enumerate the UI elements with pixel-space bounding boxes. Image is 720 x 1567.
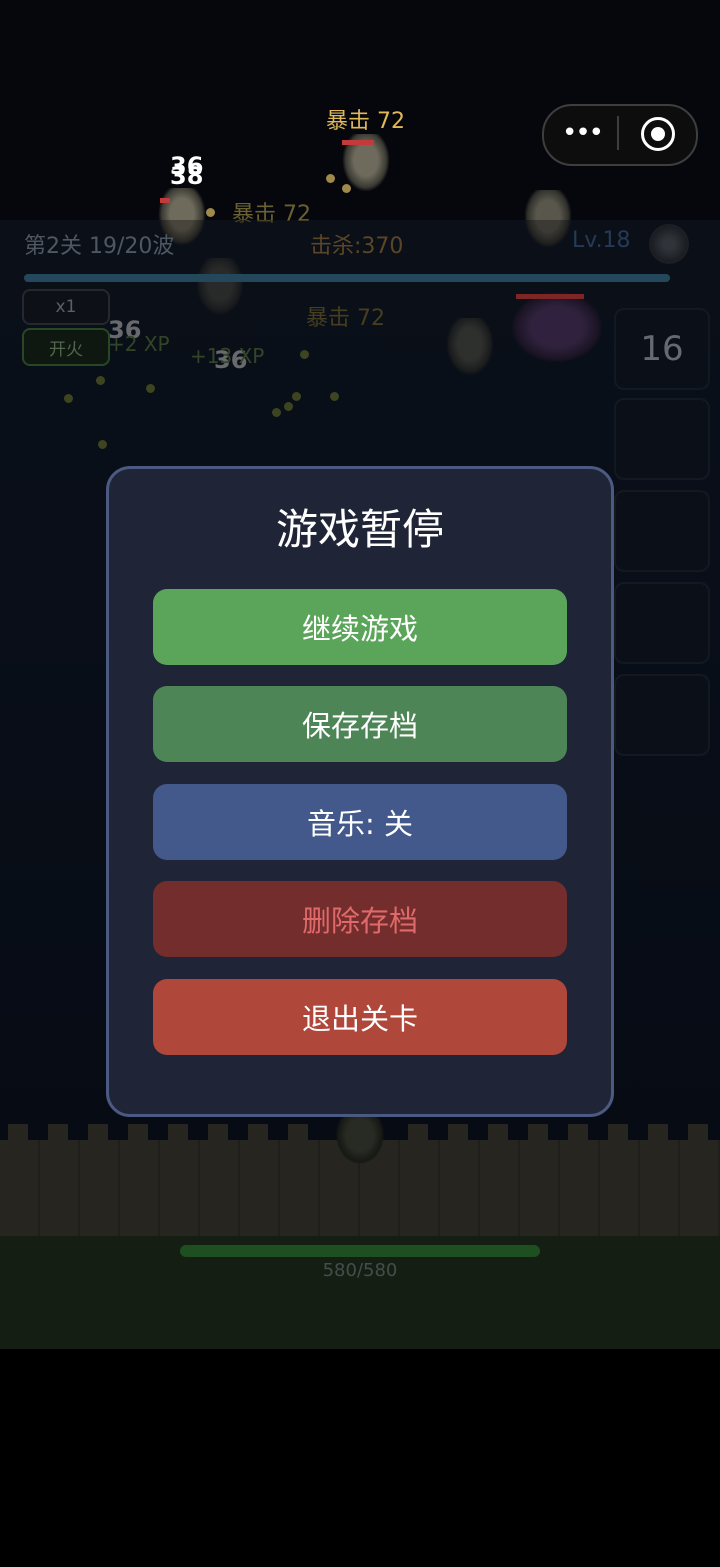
pause-title: 游戏暂停 bbox=[275, 505, 444, 554]
spark bbox=[326, 174, 335, 183]
save-button[interactable]: 保存存档 bbox=[153, 686, 567, 762]
more-dots-icon[interactable]: ••• bbox=[562, 118, 604, 148]
damage-number: 38 bbox=[170, 162, 204, 190]
crit-text: 暴击 72 bbox=[326, 109, 405, 134]
capsule-divider bbox=[617, 116, 619, 150]
resume-button[interactable]: 继续游戏 bbox=[153, 589, 567, 665]
spark bbox=[206, 208, 215, 217]
enemy-hp-bar bbox=[160, 198, 170, 203]
bottom-bar bbox=[0, 1349, 720, 1567]
target-circle-icon[interactable] bbox=[641, 117, 675, 151]
enemy-hp-bar bbox=[342, 140, 374, 145]
delete-save-button[interactable]: 删除存档 bbox=[153, 881, 567, 957]
spark bbox=[342, 184, 351, 193]
music-toggle-button[interactable]: 音乐: 关 bbox=[153, 784, 567, 860]
quit-level-button[interactable]: 退出关卡 bbox=[153, 979, 567, 1055]
